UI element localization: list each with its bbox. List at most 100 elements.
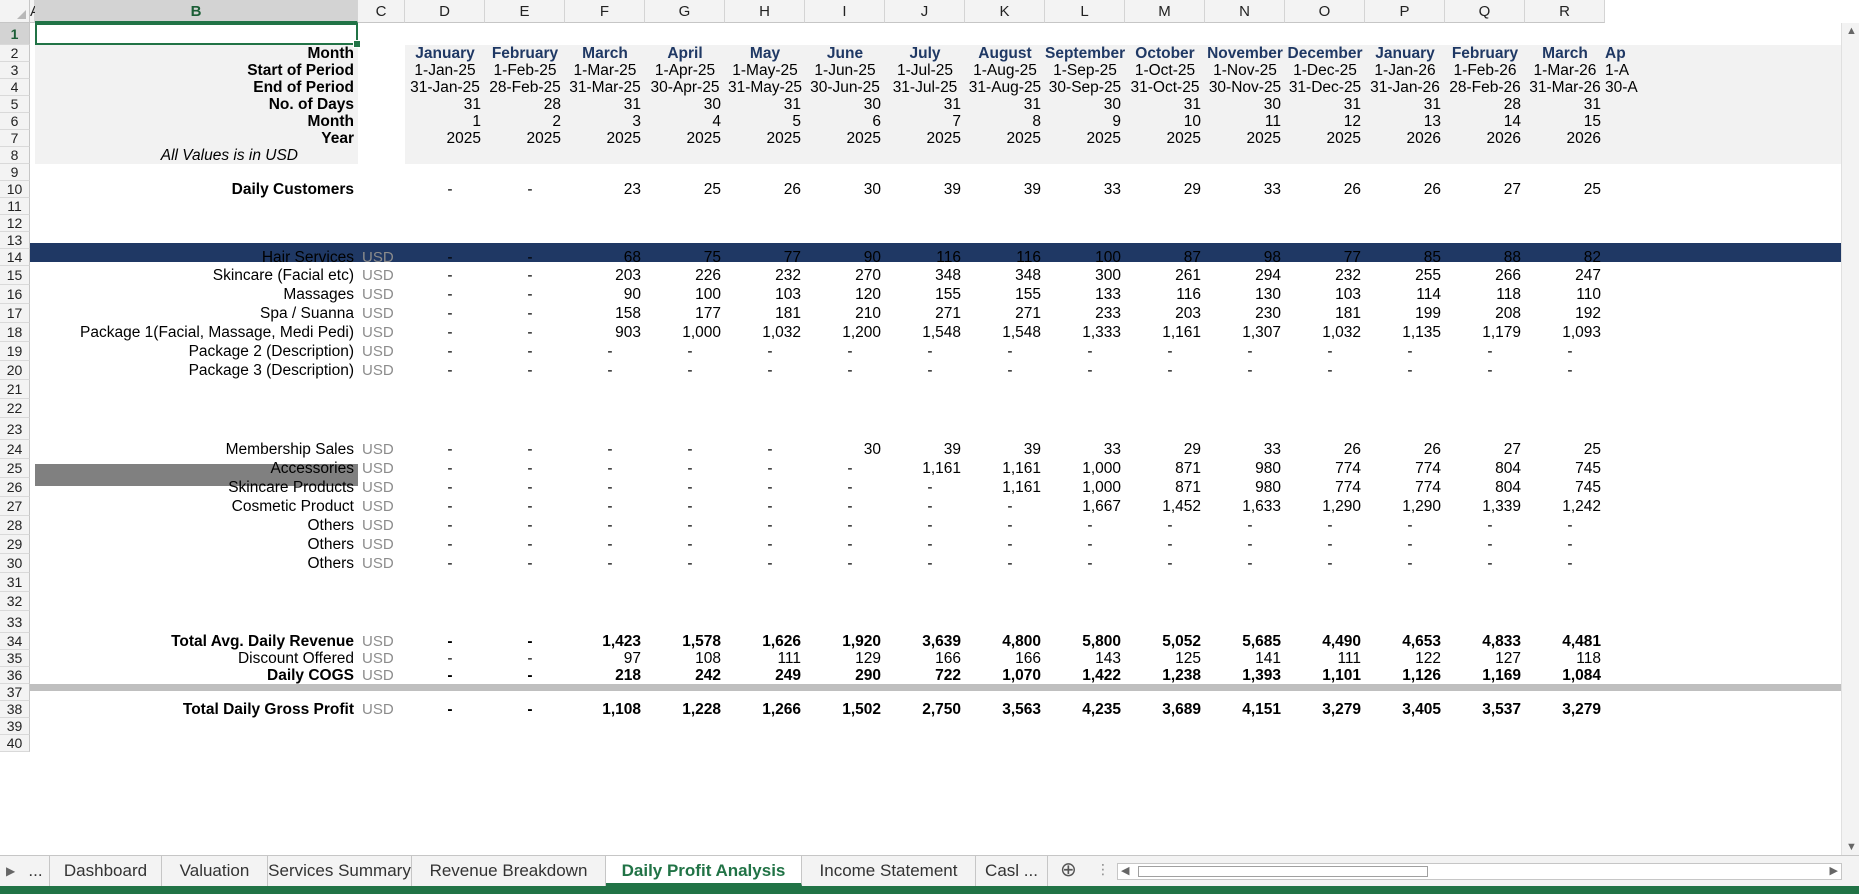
column-header-q[interactable]: Q xyxy=(1445,0,1525,23)
revenue_rows-value: - xyxy=(1487,362,1493,379)
sheet-tab-income-statement[interactable]: Income Statement xyxy=(802,856,976,886)
revenue_rows-value: - xyxy=(527,249,533,266)
row-header-10[interactable]: 10 xyxy=(0,181,30,198)
sheet-tab-valuation[interactable]: Valuation xyxy=(162,856,268,886)
scroll-down-icon[interactable]: ▼ xyxy=(1846,841,1857,853)
total_rows-value: 127 xyxy=(1495,650,1521,667)
row-header-15[interactable]: 15 xyxy=(0,266,30,285)
row-header-31[interactable]: 31 xyxy=(0,573,30,592)
column-header-l[interactable]: L xyxy=(1045,0,1125,23)
row-header-2[interactable]: 2 xyxy=(0,45,30,62)
column-header-o[interactable]: O xyxy=(1285,0,1365,23)
column-header-f[interactable]: F xyxy=(565,0,645,23)
row-header-36[interactable]: 36 xyxy=(0,667,30,684)
row-header-7[interactable]: 7 xyxy=(0,130,30,147)
select-all-corner[interactable] xyxy=(0,0,30,23)
horizontal-scrollbar[interactable]: ◀ ▶ xyxy=(1117,863,1842,880)
column-header-e[interactable]: E xyxy=(485,0,565,23)
vertical-scrollbar[interactable]: ▲ ▼ xyxy=(1841,23,1859,855)
row-header-24[interactable]: 24 xyxy=(0,440,30,459)
row-header-37[interactable]: 37 xyxy=(0,684,30,701)
row-header-21[interactable]: 21 xyxy=(0,380,30,399)
tab-scroll-left-icon[interactable]: ▶ xyxy=(6,865,15,877)
total_rows-value: 129 xyxy=(855,650,881,667)
add-sheet-icon[interactable]: ⊕ xyxy=(1060,860,1077,880)
other_rows-value: - xyxy=(1407,536,1413,553)
row-header-33[interactable]: 33 xyxy=(0,611,30,633)
row-header-6[interactable]: 6 xyxy=(0,113,30,130)
row-header-12[interactable]: 12 xyxy=(0,215,30,232)
sheet-tab-[interactable]: ... xyxy=(22,856,50,886)
selected-cell-b1[interactable] xyxy=(35,23,361,48)
sheet-tab-dashboard[interactable]: Dashboard xyxy=(50,856,162,886)
column-header-m[interactable]: M xyxy=(1125,0,1205,23)
column-header-r[interactable]: R xyxy=(1525,0,1605,23)
spreadsheet-grid[interactable]: ABCDEFGHIJKLMNOPQR 123456789101112131415… xyxy=(0,0,1859,894)
row-header-5[interactable]: 5 xyxy=(0,96,30,113)
other_rows-value: - xyxy=(607,441,613,458)
column-header-c[interactable]: C xyxy=(358,0,405,23)
scroll-up-icon[interactable]: ▲ xyxy=(1846,25,1857,37)
row-header-29[interactable]: 29 xyxy=(0,535,30,554)
row-header-14[interactable]: 14 xyxy=(0,249,30,266)
row-header-4[interactable]: 4 xyxy=(0,79,30,96)
column-header-k[interactable]: K xyxy=(965,0,1045,23)
row-header-30[interactable]: 30 xyxy=(0,554,30,573)
revenue_rows-value: 1,333 xyxy=(1082,324,1121,341)
row-header-3[interactable]: 3 xyxy=(0,62,30,79)
column-header-n[interactable]: N xyxy=(1205,0,1285,23)
row-header-19[interactable]: 19 xyxy=(0,342,30,361)
row-header-11[interactable]: 11 xyxy=(0,198,30,215)
column-header-p[interactable]: P xyxy=(1365,0,1445,23)
column-header-b[interactable]: B xyxy=(35,0,358,23)
row-header-16[interactable]: 16 xyxy=(0,285,30,304)
revenue_rows-value: 87 xyxy=(1183,249,1201,266)
row-header-20[interactable]: 20 xyxy=(0,361,30,380)
more-options-icon[interactable]: ⋮ xyxy=(1096,862,1110,876)
row-header-18[interactable]: 18 xyxy=(0,323,30,342)
column-header-g[interactable]: G xyxy=(645,0,725,23)
column-header-h[interactable]: H xyxy=(725,0,805,23)
row-header-9[interactable]: 9 xyxy=(0,164,30,181)
other_rows-value: - xyxy=(847,498,853,515)
row-header-1[interactable]: 1 xyxy=(0,23,30,45)
row-header-22[interactable]: 22 xyxy=(0,399,30,418)
row-header-34[interactable]: 34 xyxy=(0,633,30,650)
row-header-39[interactable]: 39 xyxy=(0,718,30,735)
month-number: 9 xyxy=(1112,113,1121,130)
row-header-17[interactable]: 17 xyxy=(0,304,30,323)
row-header-23[interactable]: 23 xyxy=(0,418,30,440)
days-count: 31 xyxy=(623,96,641,113)
revenue_rows-value: 203 xyxy=(1175,305,1201,322)
column-header-d[interactable]: D xyxy=(405,0,485,23)
row-header-28[interactable]: 28 xyxy=(0,516,30,535)
column-header-i[interactable]: I xyxy=(805,0,885,23)
sheet-tab-services-summary[interactable]: Services Summary xyxy=(268,856,412,886)
column-header-j[interactable]: J xyxy=(885,0,965,23)
hscroll-right-icon[interactable]: ▶ xyxy=(1830,865,1838,877)
days-count: 31 xyxy=(463,96,481,113)
row-header-35[interactable]: 35 xyxy=(0,650,30,667)
month-name: June xyxy=(826,45,864,62)
row-header-26[interactable]: 26 xyxy=(0,478,30,497)
other_rows-value: 1,000 xyxy=(1082,479,1121,496)
row-header-25[interactable]: 25 xyxy=(0,459,30,478)
row-header-38[interactable]: 38 xyxy=(0,701,30,718)
other_rows-value: - xyxy=(607,555,613,572)
row-header-40[interactable]: 40 xyxy=(0,735,30,752)
sheet-tab-bar: ▶ ... Dashboard Valuation Services Summary R… xyxy=(0,855,1859,886)
row-header-13[interactable]: 13 xyxy=(0,232,30,249)
row-header-8[interactable]: 8 xyxy=(0,147,30,164)
sheet-tab-revenue-breakdown[interactable]: Revenue Breakdown xyxy=(412,856,606,886)
revenue_rows-label: Package 2 (Description) xyxy=(188,343,354,360)
period-end: 30-Apr-25 xyxy=(650,79,720,96)
revenue_rows-value: - xyxy=(687,362,693,379)
hscroll-left-icon[interactable]: ◀ xyxy=(1121,865,1129,877)
revenue_rows-value: 1,093 xyxy=(1562,324,1601,341)
row-header-27[interactable]: 27 xyxy=(0,497,30,516)
row-header-32[interactable]: 32 xyxy=(0,592,30,611)
hscroll-thumb[interactable] xyxy=(1138,866,1428,877)
sheet-tab-daily-profit-analysis[interactable]: Daily Profit Analysis xyxy=(606,856,802,886)
sheet-tab-casl[interactable]: Casl ... xyxy=(976,856,1048,886)
daily-customers-value: 25 xyxy=(703,181,721,198)
